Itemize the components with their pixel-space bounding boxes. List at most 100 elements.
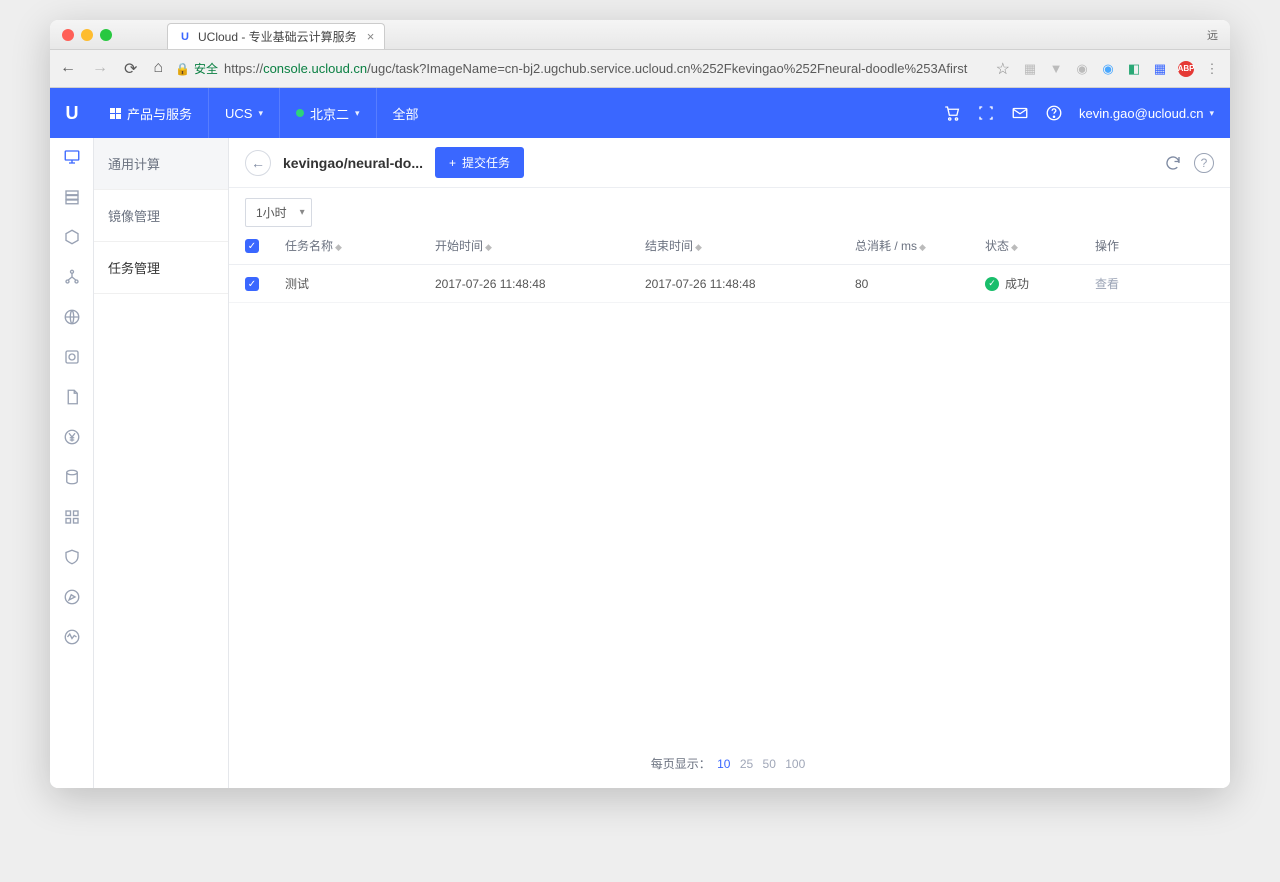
select-all-checkbox[interactable]: ✓ <box>245 239 259 253</box>
ext-mic-icon[interactable]: ◉ <box>1074 61 1090 77</box>
back-button[interactable]: ← <box>245 150 271 176</box>
browser-tab[interactable]: U UCloud - 专业基础云计算服务 × <box>167 23 385 49</box>
minimize-window-icon[interactable] <box>81 29 93 41</box>
col-end[interactable]: 结束时间◆ <box>645 237 855 254</box>
ext-icon[interactable]: ▦ <box>1022 61 1038 77</box>
col-action: 操作 <box>1095 237 1205 254</box>
mail-icon[interactable] <box>1011 104 1029 122</box>
ext-icon[interactable]: ◧ <box>1126 61 1142 77</box>
grid-icon <box>110 108 121 119</box>
ext-icon[interactable]: ▼ <box>1048 61 1064 77</box>
favicon-icon: U <box>178 30 192 44</box>
rail-file-icon[interactable] <box>63 388 81 406</box>
page-size-100[interactable]: 100 <box>785 757 805 771</box>
table-row: ✓ 测试 2017-07-26 11:48:48 2017-07-26 11:4… <box>229 265 1230 303</box>
close-tab-icon[interactable]: × <box>367 29 375 44</box>
col-status[interactable]: 状态◆ <box>985 237 1095 254</box>
help-icon[interactable]: ? <box>1194 153 1214 173</box>
table-header: ✓ 任务名称◆ 开始时间◆ 结束时间◆ 总消耗 / ms◆ 状态◆ 操作 <box>229 227 1230 265</box>
nav-user[interactable]: kevin.gao@ucloud.cn ▾ <box>1079 106 1214 121</box>
main-content: ← kevingao/neural-do... + 提交任务 ? 1小时 <box>229 138 1230 788</box>
close-window-icon[interactable] <box>62 29 74 41</box>
pager-label: 每页显示： <box>651 757 711 771</box>
lock-icon: 🔒 安全 <box>175 60 218 77</box>
nav-products[interactable]: 产品与服务 <box>94 88 209 138</box>
app-topnav: U 产品与服务 UCS ▾ 北京二 ▾ 全部 <box>50 88 1230 138</box>
nav-project-label: UCS <box>225 106 252 121</box>
icon-rail <box>50 138 94 788</box>
cell-status: ✓ 成功 <box>985 275 1095 292</box>
row-checkbox[interactable]: ✓ <box>245 277 259 291</box>
pagination: 每页显示： 10 25 50 100 <box>229 739 1230 788</box>
plus-icon: + <box>449 156 456 170</box>
rail-monitor-icon[interactable] <box>63 628 81 646</box>
app-logo[interactable]: U <box>50 88 94 138</box>
page-size-10[interactable]: 10 <box>717 757 730 771</box>
rail-compass-icon[interactable] <box>63 588 81 606</box>
ext-abp-icon[interactable]: ABP <box>1178 61 1194 77</box>
success-icon: ✓ <box>985 277 999 291</box>
col-name[interactable]: 任务名称◆ <box>285 237 435 254</box>
chevron-down-icon: ▾ <box>355 108 360 119</box>
nav-project[interactable]: UCS ▾ <box>209 88 280 138</box>
location-dot-icon <box>296 109 304 117</box>
ext-icon[interactable]: ▦ <box>1152 61 1168 77</box>
cell-end: 2017-07-26 11:48:48 <box>645 277 855 291</box>
extension-icons: ▦ ▼ ◉ ◉ ◧ ▦ ABP ⋮ <box>1022 61 1220 77</box>
cart-icon[interactable] <box>943 104 961 122</box>
rail-grid-icon[interactable] <box>63 508 81 526</box>
forward-button: → <box>92 59 108 79</box>
chevron-down-icon: ▾ <box>258 108 263 119</box>
rail-disk-icon[interactable] <box>63 348 81 366</box>
breadcrumb: kevingao/neural-do... <box>283 155 423 171</box>
titlebar-indicator: 远 <box>1207 27 1218 43</box>
nav-scope[interactable]: 全部 <box>377 88 435 138</box>
col-cost[interactable]: 总消耗 / ms◆ <box>855 237 985 254</box>
cell-start: 2017-07-26 11:48:48 <box>435 277 645 291</box>
nav-user-label: kevin.gao@ucloud.cn <box>1079 106 1204 121</box>
cell-cost: 80 <box>855 277 985 291</box>
sidebar: 通用计算 镜像管理 任务管理 <box>94 138 229 788</box>
home-button[interactable]: ⌂ <box>153 59 163 79</box>
sidebar-item-tasks[interactable]: 任务管理 <box>94 242 228 294</box>
submit-task-label: 提交任务 <box>462 154 510 171</box>
scan-icon[interactable] <box>977 104 995 122</box>
nav-scope-label: 全部 <box>393 104 419 123</box>
refresh-icon[interactable] <box>1164 154 1182 172</box>
col-start[interactable]: 开始时间◆ <box>435 237 645 254</box>
page-size-25[interactable]: 25 <box>740 757 753 771</box>
nav-products-label: 产品与服务 <box>127 104 192 123</box>
browser-menu-icon[interactable]: ⋮ <box>1204 61 1220 77</box>
back-button[interactable]: ← <box>60 59 76 79</box>
chevron-down-icon: ▾ <box>1209 108 1214 119</box>
rail-yen-icon[interactable] <box>63 428 81 446</box>
cell-name: 测试 <box>285 275 435 292</box>
rail-tree-icon[interactable] <box>63 268 81 286</box>
page-size-50[interactable]: 50 <box>763 757 776 771</box>
ext-globe-icon[interactable]: ◉ <box>1100 61 1116 77</box>
time-range-value: 1小时 <box>256 204 287 221</box>
rail-db-icon[interactable] <box>63 468 81 486</box>
reload-button[interactable]: ⟳ <box>124 59 137 79</box>
help-icon[interactable] <box>1045 104 1063 122</box>
address-bar[interactable]: 🔒 安全 https://console.ucloud.cn/ugc/task?… <box>175 60 984 77</box>
sidebar-item-images[interactable]: 镜像管理 <box>94 190 228 242</box>
window-titlebar: U UCloud - 专业基础云计算服务 × 远 <box>50 20 1230 50</box>
nav-region-label: 北京二 <box>310 104 349 123</box>
rail-storage-icon[interactable] <box>63 188 81 206</box>
view-link[interactable]: 查看 <box>1095 275 1205 292</box>
rail-compute-icon[interactable] <box>63 148 81 166</box>
time-range-select[interactable]: 1小时 <box>245 198 312 227</box>
rail-globe-icon[interactable] <box>63 308 81 326</box>
rail-hexagon-icon[interactable] <box>63 228 81 246</box>
browser-toolbar: ← → ⟳ ⌂ 🔒 安全 https://console.ucloud.cn/u… <box>50 50 1230 88</box>
submit-task-button[interactable]: + 提交任务 <box>435 147 524 178</box>
tab-title: UCloud - 专业基础云计算服务 <box>198 28 357 45</box>
sidebar-section: 通用计算 <box>94 138 228 190</box>
maximize-window-icon[interactable] <box>100 29 112 41</box>
nav-region[interactable]: 北京二 ▾ <box>280 88 377 138</box>
task-table: ✓ 任务名称◆ 开始时间◆ 结束时间◆ 总消耗 / ms◆ 状态◆ 操作 ✓ 测… <box>229 227 1230 303</box>
rail-shield-icon[interactable] <box>63 548 81 566</box>
star-icon[interactable]: ☆ <box>996 59 1010 79</box>
url-text: https://console.ucloud.cn/ugc/task?Image… <box>224 61 967 76</box>
